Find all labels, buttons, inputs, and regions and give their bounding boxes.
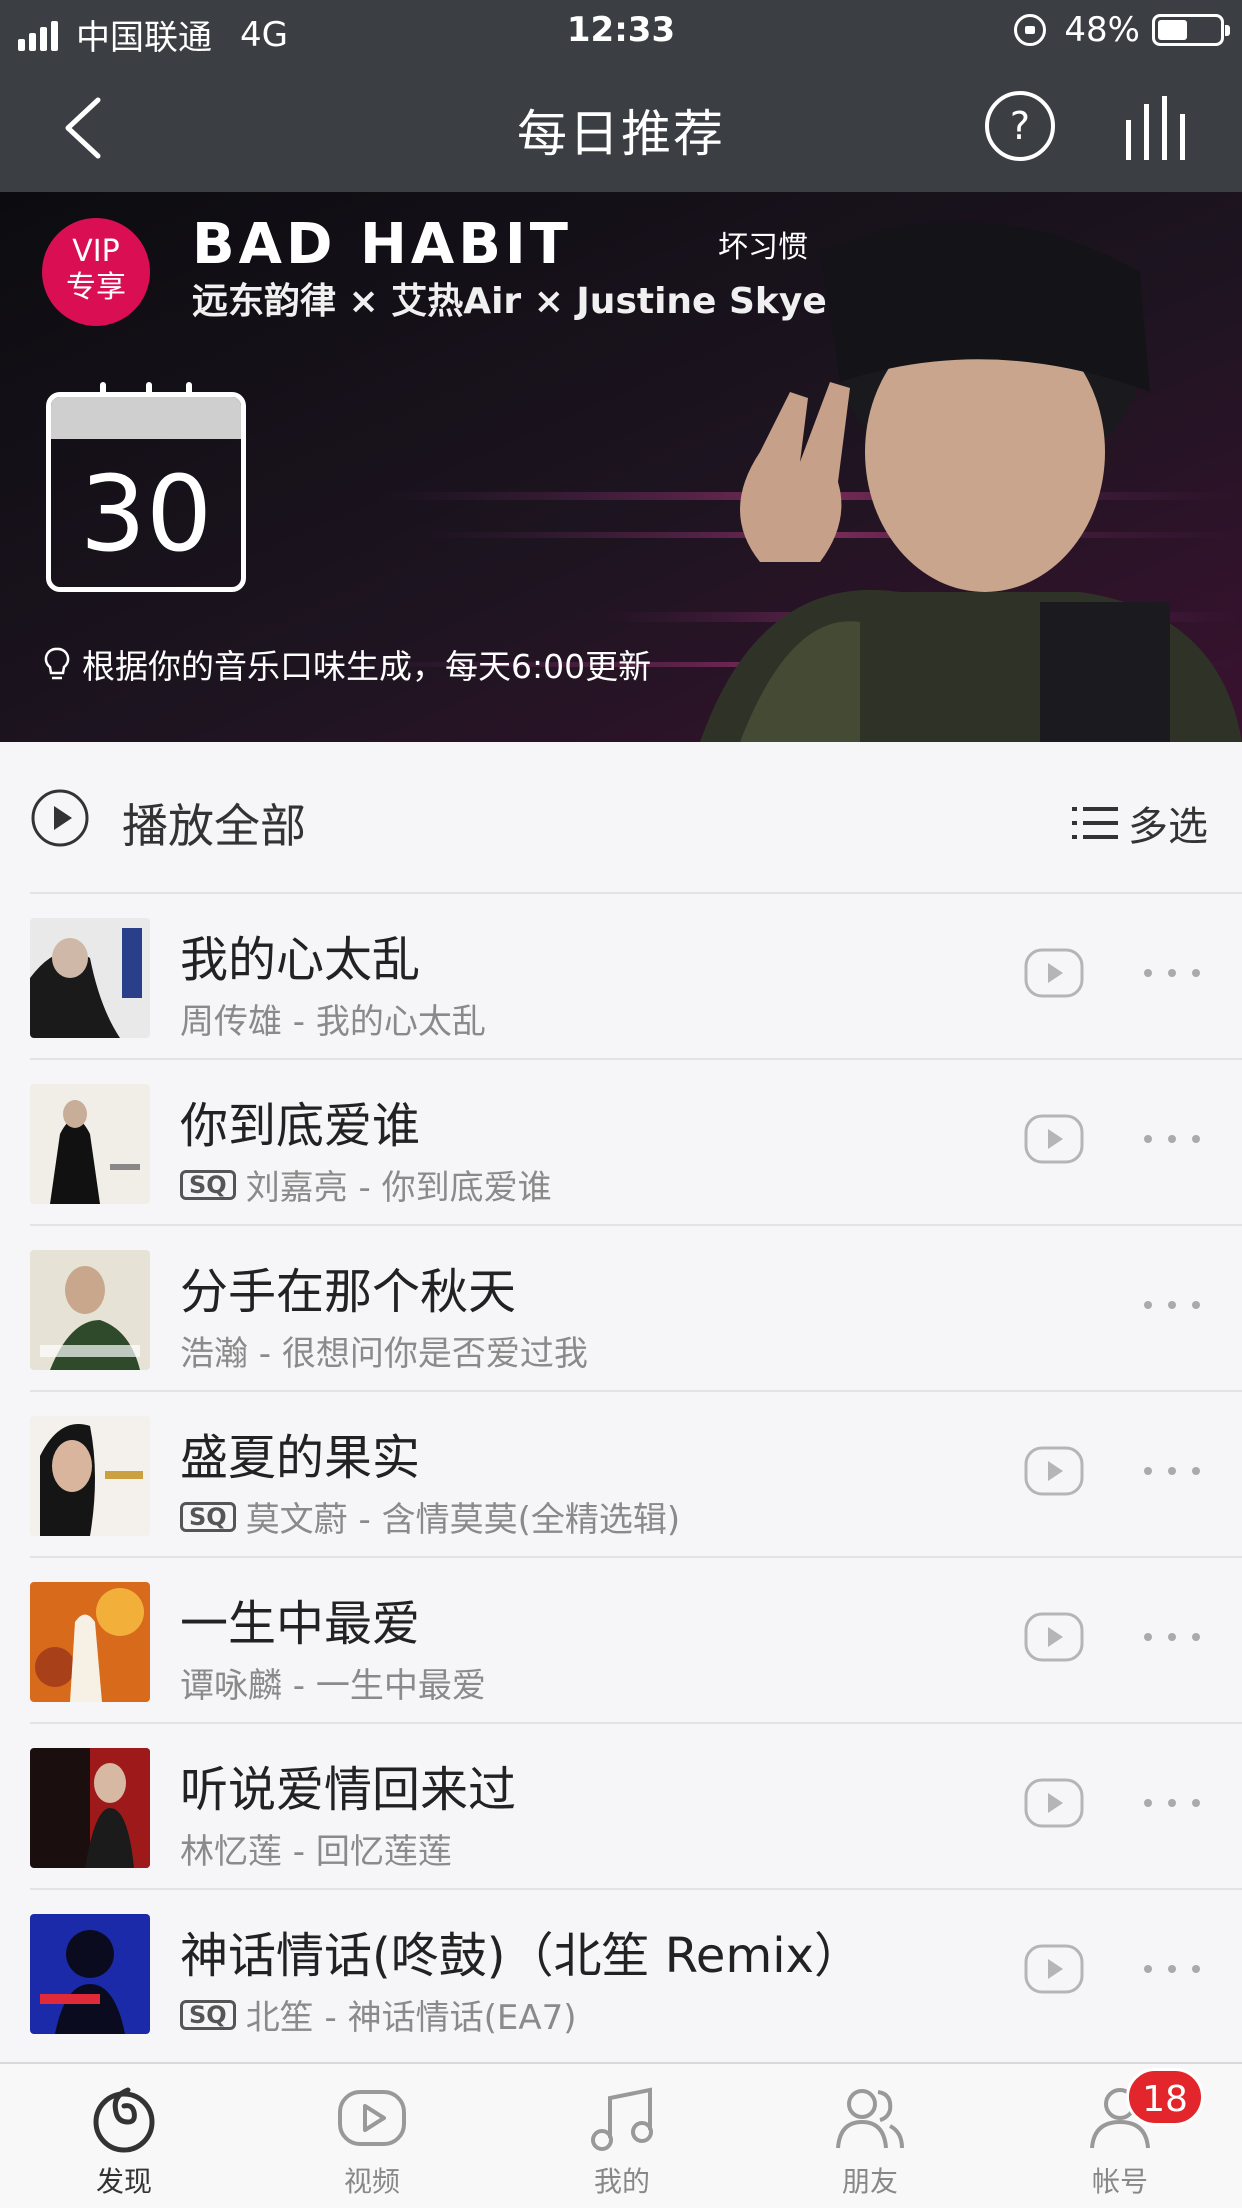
album-cover [30,1914,150,2034]
song-title: 听说爱情回来过 [180,1762,517,1818]
tab-label: 帐号 [1091,2165,1148,2198]
song-artist-album: 谭咏麟 - 一生中最爱 [180,1666,486,1706]
song-row[interactable]: 我的心太乱 周传雄 - 我的心太乱 [0,894,1242,1059]
battery-icon [1152,14,1230,46]
more-icon[interactable] [1140,1788,1204,1818]
lightbulb-icon [44,647,70,680]
song-row[interactable]: 分手在那个秋天 浩瀚 - 很想问你是否爱过我 [0,1226,1242,1391]
sq-badge: SQ [180,1169,236,1200]
tab-video[interactable]: 视频 [302,2082,442,2208]
album-cover [30,1250,150,1370]
tab-bar: 发现 视频 我的 朋友 帐号 [0,2062,1242,2208]
calendar-header [51,397,241,439]
notification-badge: 18 [1126,2068,1204,2126]
song-subtitle: 林忆莲 - 回忆莲莲 [180,1824,452,1873]
more-icon[interactable] [1140,1954,1204,1984]
song-artist-album: 刘嘉亮 - 你到底爱谁 [245,1168,552,1208]
more-icon[interactable] [1140,1124,1204,1154]
vip-badge-line2: 专享 [66,270,126,305]
more-icon[interactable] [1140,958,1204,988]
calendar-icon: 30 [46,392,246,592]
mv-play-icon[interactable] [1024,1612,1084,1662]
tab-friends[interactable]: 朋友 [800,2082,940,2208]
song-title: 盛夏的果实 [180,1430,421,1486]
status-right: 48% [1014,10,1230,50]
status-bar: 中国联通 4G 12:33 48% [0,0,1242,64]
song-row[interactable]: 神话情话(咚鼓)（北笙 Remix） SQ 北笙 - 神话情话(EA7) [0,1890,1242,2055]
tab-label: 发现 [95,2165,152,2198]
banner-hint: 根据你的音乐口味生成，每天6:00更新 [42,640,651,688]
help-icon[interactable]: ? [984,90,1056,162]
song-subtitle: SQ 北笙 - 神话情话(EA7) [180,1990,576,2039]
song-row[interactable]: 听说爱情回来过 林忆莲 - 回忆莲莲 [0,1724,1242,1889]
sq-badge: SQ [180,1999,236,2030]
song-artist-album: 周传雄 - 我的心太乱 [180,1002,486,1042]
song-row[interactable]: 你到底爱谁 SQ 刘嘉亮 - 你到底爱谁 [0,1060,1242,1225]
rotation-lock-icon [1014,14,1047,46]
svg-text:?: ? [1010,104,1030,148]
tab-my-music[interactable]: 我的 [552,2082,692,2208]
mv-play-icon[interactable] [1024,1114,1084,1164]
tab-discover[interactable]: 发现 [54,2082,194,2208]
album-cover [30,1748,150,1868]
mv-play-icon[interactable] [1024,1944,1084,1994]
album-cover [30,1084,150,1204]
banner-hint-text: 根据你的音乐口味生成，每天6:00更新 [82,647,652,686]
album-cover [30,1416,150,1536]
netease-logo-icon [93,2087,155,2153]
tab-label: 朋友 [841,2165,898,2198]
more-icon[interactable] [1140,1456,1204,1486]
song-subtitle: SQ 莫文蔚 - 含情莫莫(全精选辑) [180,1492,680,1541]
song-title: 你到底爱谁 [180,1098,421,1154]
list-icon [1072,807,1118,839]
tab-label: 视频 [343,2165,400,2198]
promo-title-cn: 坏习惯 [718,230,808,265]
song-artist-album: 林忆莲 - 回忆莲莲 [180,1832,452,1872]
song-artist-album: 北笙 - 神话情话(EA7) [245,1998,577,2038]
sq-badge: SQ [180,1501,236,1532]
song-artist-album: 浩瀚 - 很想问你是否爱过我 [180,1334,588,1374]
vip-badge-line1: VIP [72,234,120,269]
mv-play-icon[interactable] [1024,1446,1084,1496]
song-artist-album: 莫文蔚 - 含情莫莫(全精选辑) [245,1500,681,1540]
album-cover [30,1582,150,1702]
promo-title: BAD HABIT [192,212,572,277]
more-icon[interactable] [1140,1622,1204,1652]
battery-fill [1158,20,1187,40]
song-row[interactable]: 一生中最爱 谭咏麟 - 一生中最爱 [0,1558,1242,1723]
multi-select-label: 多选 [1128,804,1208,850]
daily-banner[interactable]: VIP 专享 BAD HABIT 坏习惯 远东韵律 × 艾热Air × Just… [0,192,1242,742]
album-cover [30,918,150,1038]
tab-label: 我的 [593,2165,650,2198]
equalizer-icon[interactable] [1122,92,1194,164]
music-note-icon [591,2087,653,2151]
play-all-row: 播放全部 多选 [0,742,1242,892]
song-title: 一生中最爱 [180,1596,421,1652]
mv-play-icon[interactable] [1024,948,1084,998]
song-subtitle: 浩瀚 - 很想问你是否爱过我 [180,1326,588,1375]
song-row[interactable]: 盛夏的果实 SQ 莫文蔚 - 含情莫莫(全精选辑) [0,1392,1242,1557]
song-title: 神话情话(咚鼓)（北笙 Remix） [180,1928,862,1984]
nav-bar: 每日推荐 ? [0,64,1242,192]
calendar-day: 30 [79,453,213,575]
mv-play-icon[interactable] [1024,1778,1084,1828]
vip-badge: VIP 专享 [42,218,150,326]
multi-select-button[interactable]: 多选 [1072,794,1208,852]
song-subtitle: 谭咏麟 - 一生中最爱 [180,1658,486,1707]
video-play-icon [338,2090,406,2146]
song-subtitle: 周传雄 - 我的心太乱 [180,994,486,1043]
battery-percent: 48% [1064,10,1140,50]
more-icon[interactable] [1140,1290,1204,1320]
friends-icon [836,2089,904,2149]
play-all-button[interactable]: 播放全部 [122,790,306,856]
promo-artists: 远东韵律 × 艾热Air × Justine Skye [192,281,827,322]
song-title: 分手在那个秋天 [180,1264,517,1320]
play-all-icon[interactable] [30,788,90,848]
song-subtitle: SQ 刘嘉亮 - 你到底爱谁 [180,1160,552,1209]
song-title: 我的心太乱 [180,932,421,988]
